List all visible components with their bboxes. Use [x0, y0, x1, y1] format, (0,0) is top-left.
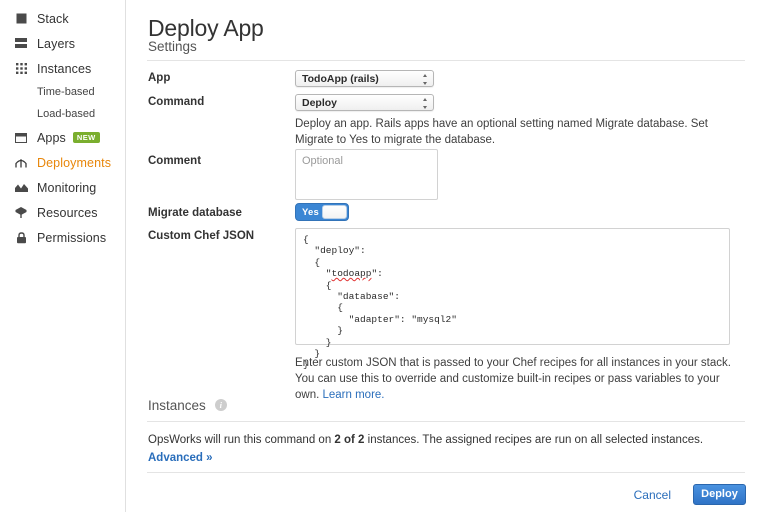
sidebar-subitem-load-based[interactable]: Load-based: [0, 103, 125, 125]
sidebar-subitem-label: Time-based: [37, 86, 95, 98]
sidebar-subitem-time-based[interactable]: Time-based: [0, 81, 125, 103]
sidebar-item-instances[interactable]: Instances: [0, 56, 125, 81]
custom-chef-json-value: { "deploy": { "todoapp": { "database": {…: [303, 234, 457, 371]
comment-textarea[interactable]: Optional: [295, 149, 438, 200]
deploy-app-page: Stack Layers Instances Time-based Load-b…: [0, 0, 760, 512]
deploy-button[interactable]: Deploy: [693, 484, 746, 505]
command-select-value: Deploy: [302, 97, 338, 109]
sidebar-item-apps[interactable]: Apps NEW: [0, 125, 125, 150]
sidebar-item-label: Permissions: [37, 230, 107, 245]
sidebar-item-layers[interactable]: Layers: [0, 31, 125, 56]
stack-icon: [14, 12, 28, 26]
instances-section-heading: Instances i: [148, 398, 227, 413]
sidebar-item-permissions[interactable]: Permissions: [0, 225, 125, 250]
cancel-button[interactable]: Cancel: [634, 488, 671, 502]
migrate-database-label: Migrate database: [148, 207, 242, 219]
sidebar-item-label: Resources: [37, 205, 98, 220]
comment-field-label: Comment: [148, 155, 202, 167]
new-badge: NEW: [72, 131, 100, 144]
advanced-link[interactable]: Advanced »: [148, 452, 213, 464]
main-content: Deploy App Settings App TodoApp (rails) …: [127, 0, 760, 512]
misspelled-word: todoapp: [331, 268, 372, 280]
settings-section-heading: Settings: [148, 39, 197, 54]
app-field-label: App: [148, 72, 171, 84]
custom-chef-json-textarea[interactable]: { "deploy": { "todoapp": { "database": {…: [295, 228, 730, 370]
layers-icon: [14, 37, 28, 51]
custom-chef-json-help: Enter custom JSON that is passed to your…: [295, 355, 738, 403]
sidebar-item-label: Stack: [37, 11, 69, 26]
sidebar-item-label: Deployments: [37, 155, 112, 170]
sidebar-item-label: Instances: [37, 61, 92, 76]
app-select[interactable]: TodoApp (rails): [295, 70, 434, 87]
sidebar-navigation: Stack Layers Instances Time-based Load-b…: [0, 0, 126, 512]
app-select-value: TodoApp (rails): [302, 73, 379, 85]
instances-count: 2 of 2: [334, 434, 365, 446]
toggle-knob[interactable]: [322, 205, 347, 219]
command-field-label: Command: [148, 96, 205, 108]
migrate-database-toggle[interactable]: Yes: [295, 203, 349, 221]
migrate-toggle-state: Yes: [302, 207, 319, 218]
deployments-arch-icon: [14, 156, 28, 170]
instances-description: OpsWorks will run this command on 2 of 2…: [148, 434, 703, 446]
settings-section-divider: [147, 60, 745, 61]
sidebar-subitem-label: Load-based: [37, 108, 96, 120]
info-icon[interactable]: i: [214, 399, 227, 411]
instances-section-divider: [147, 421, 745, 422]
sidebar-item-deployments[interactable]: Deployments: [0, 150, 125, 175]
sidebar-item-label: Monitoring: [37, 180, 97, 195]
permissions-lock-icon: [14, 231, 28, 245]
command-help-text: Deploy an app. Rails apps have an option…: [295, 118, 708, 146]
chevron-updown-icon: [423, 98, 428, 109]
learn-more-link[interactable]: Learn more.: [323, 389, 385, 401]
instances-description-suffix: instances. The assigned recipes are run …: [364, 434, 704, 446]
instances-grid-icon: [14, 62, 28, 76]
instances-description-prefix: OpsWorks will run this command on: [148, 434, 335, 446]
sidebar-item-stack[interactable]: Stack: [0, 6, 125, 31]
instances-heading-text: Instances: [148, 398, 206, 413]
sidebar-item-monitoring[interactable]: Monitoring: [0, 175, 125, 200]
apps-window-icon: [14, 131, 28, 145]
command-select[interactable]: Deploy: [295, 94, 434, 111]
footer-divider: [147, 472, 745, 473]
chevron-updown-icon: [423, 74, 428, 85]
comment-placeholder: Optional: [302, 155, 343, 167]
sidebar-item-label: Apps: [37, 130, 66, 145]
monitoring-chart-icon: [14, 181, 28, 195]
sidebar-item-label: Layers: [37, 36, 76, 51]
sidebar-item-resources[interactable]: Resources: [0, 200, 125, 225]
custom-chef-json-label: Custom Chef JSON: [148, 230, 255, 242]
resources-cube-icon: [14, 206, 28, 220]
